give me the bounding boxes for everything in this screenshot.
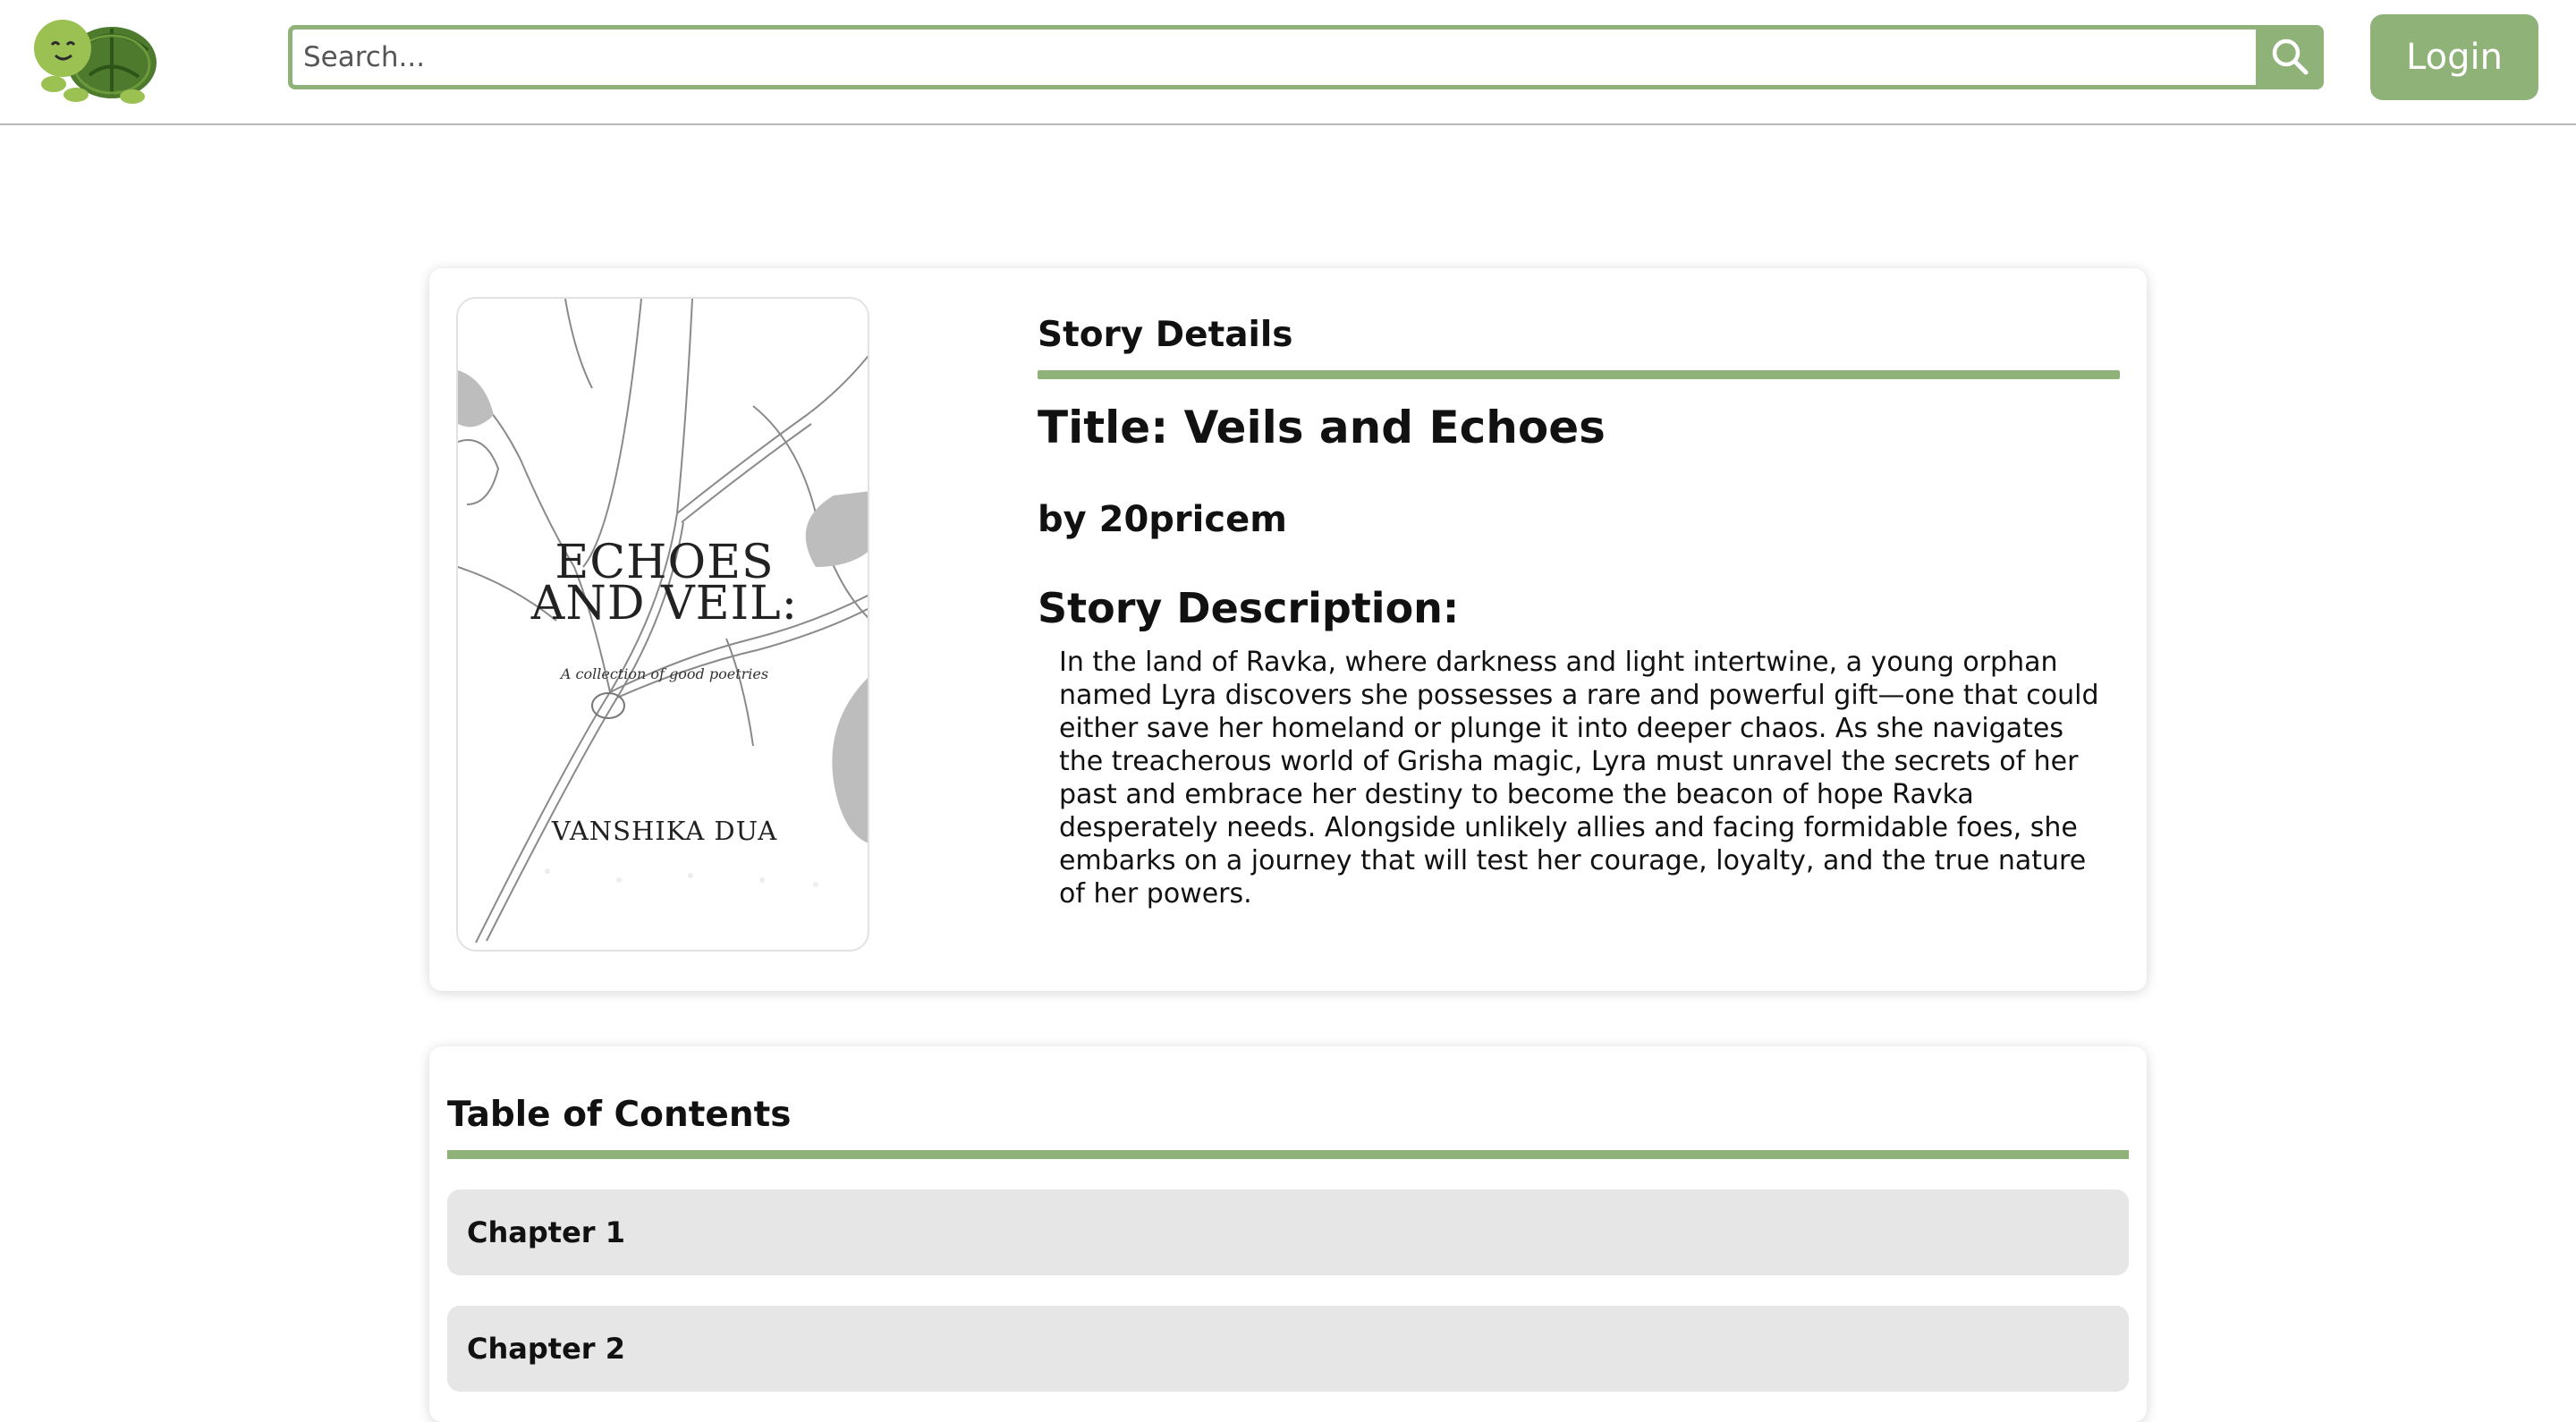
search-input[interactable] bbox=[288, 25, 2256, 89]
top-navbar: Login bbox=[0, 0, 2576, 125]
story-description-heading: Story Description: bbox=[1038, 584, 1460, 632]
book-cover-image: ECHOES AND VEIL: A collection of good po… bbox=[456, 297, 869, 952]
story-title: Title: Veils and Echoes bbox=[1038, 402, 1606, 453]
toc-heading: Table of Contents bbox=[447, 1095, 792, 1135]
story-details-card: ECHOES AND VEIL: A collection of good po… bbox=[429, 268, 2147, 991]
chapter-item[interactable]: Chapter 2 bbox=[447, 1306, 2129, 1392]
chapter-item[interactable]: Chapter 1 bbox=[447, 1189, 2129, 1275]
search-icon bbox=[2270, 37, 2309, 79]
divider bbox=[447, 1150, 2129, 1159]
story-info: Story Details Title: Veils and Echoes by… bbox=[1038, 313, 2120, 910]
story-description: In the land of Ravka, where darkness and… bbox=[1059, 647, 2099, 910]
turtle-icon[interactable] bbox=[27, 13, 161, 104]
table-of-contents-card: Table of Contents Chapter 1 Chapter 2 bbox=[429, 1046, 2147, 1422]
search-bar bbox=[288, 25, 2324, 89]
story-details-heading: Story Details bbox=[1038, 315, 1293, 355]
login-button[interactable]: Login bbox=[2370, 14, 2538, 100]
story-author[interactable]: by 20pricem bbox=[1038, 497, 2120, 542]
cover-title: ECHOES AND VEIL: bbox=[530, 536, 799, 631]
cover-subtitle: A collection of good poetries bbox=[560, 665, 769, 682]
search-button[interactable] bbox=[2256, 25, 2324, 89]
cover-author: VANSHIKA DUA bbox=[551, 816, 778, 846]
divider bbox=[1038, 370, 2120, 379]
